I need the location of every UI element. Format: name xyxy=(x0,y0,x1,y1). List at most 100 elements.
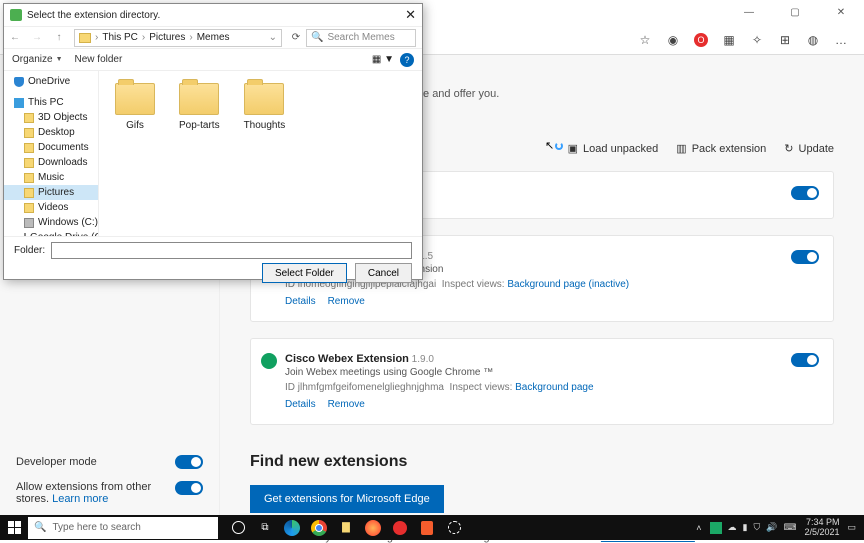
folder-input[interactable] xyxy=(51,242,412,259)
favorites-icon[interactable]: ✧ xyxy=(750,33,764,47)
cursor-icon: ↖ xyxy=(545,139,554,152)
extension-toggle[interactable] xyxy=(791,186,819,200)
misc-icon[interactable] xyxy=(442,516,466,540)
remove-link[interactable]: Remove xyxy=(328,296,365,307)
search-icon: 🔍 xyxy=(311,32,323,43)
extensions-icon[interactable]: ⊞ xyxy=(778,33,792,47)
folder-icon xyxy=(115,83,155,115)
favorite-icon[interactable]: ☆ xyxy=(638,33,652,47)
dialog-close-button[interactable]: ✕ xyxy=(405,7,416,23)
notifications-icon[interactable]: ▭ xyxy=(847,522,856,533)
folder-item[interactable]: Gifs xyxy=(115,83,155,131)
organize-menu[interactable]: Organize▼ xyxy=(12,54,63,65)
volume-tray-icon[interactable]: 🔊 xyxy=(766,522,777,533)
tree-icon xyxy=(24,143,34,153)
update-button[interactable]: ↻Update xyxy=(784,142,834,155)
opera-icon[interactable]: O xyxy=(694,33,708,47)
find-heading: Find new extensions xyxy=(250,453,834,471)
brave-icon[interactable] xyxy=(415,516,439,540)
up-button[interactable]: ↑ xyxy=(48,32,70,43)
cancel-button[interactable]: Cancel xyxy=(355,263,412,283)
tray-expand-icon[interactable]: ˄ xyxy=(696,523,701,533)
cortana-icon[interactable] xyxy=(226,516,250,540)
edge-icon[interactable] xyxy=(280,516,304,540)
app-icon xyxy=(10,9,22,21)
remove-link[interactable]: Remove xyxy=(328,399,365,410)
tree-item[interactable]: OneDrive xyxy=(4,74,98,89)
sound-icon[interactable]: ◉ xyxy=(666,33,680,47)
tree-item[interactable]: Windows (C:) xyxy=(4,215,98,230)
developer-mode-toggle[interactable] xyxy=(175,455,203,469)
tree-item[interactable]: Videos xyxy=(4,200,98,215)
tree-item[interactable]: 3D Objects xyxy=(4,110,98,125)
load-unpacked-button[interactable]: ▣Load unpacked xyxy=(568,142,659,155)
background-page-link[interactable]: Background page (inactive) xyxy=(507,279,629,290)
language-tray-icon[interactable]: ⌨ xyxy=(783,522,796,533)
ext-id: ID jlhmfgmfgeifomenelglieghnjghma xyxy=(285,382,444,393)
taskbar-search[interactable]: 🔍 Type here to search xyxy=(28,517,218,539)
task-view-icon[interactable]: ⧉ xyxy=(253,516,277,540)
camera-tray-icon[interactable]: ▮ xyxy=(743,522,748,533)
network-tray-icon[interactable]: ⛉ xyxy=(753,522,760,533)
files-icon[interactable]: ▇ xyxy=(334,516,358,540)
minimize-button[interactable]: — xyxy=(734,7,764,18)
extension-toggle[interactable] xyxy=(791,353,819,367)
taskbar: 🔍 Type here to search ⧉ ▇ ˄ ☁ ▮ ⛉ 🔊 ⌨ 7:… xyxy=(0,515,864,540)
folder-item[interactable]: Thoughts xyxy=(244,83,286,131)
get-extensions-button[interactable]: Get extensions for Microsoft Edge xyxy=(250,485,444,513)
refresh-button[interactable]: ⟳ xyxy=(286,32,306,43)
view-mode-button[interactable]: ▦ ▼ xyxy=(372,54,394,65)
folder-icon xyxy=(244,83,284,115)
profile-avatar[interactable]: ◍ xyxy=(806,33,820,47)
chevron-down-icon[interactable]: ⌄ xyxy=(269,32,277,43)
extension-toggle[interactable] xyxy=(791,250,819,264)
more-icon[interactable]: … xyxy=(834,33,848,47)
tree-icon xyxy=(24,158,34,168)
inspect-label: Inspect views: xyxy=(442,279,505,290)
folder-pane[interactable]: Gifs Pop-tarts Thoughts xyxy=(99,71,422,236)
opera-icon[interactable] xyxy=(388,516,412,540)
learn-more-link[interactable]: Learn more xyxy=(52,493,108,505)
pack-extension-button[interactable]: ▥Pack extension xyxy=(676,142,766,155)
start-button[interactable] xyxy=(0,521,28,534)
folder-item[interactable]: Pop-tarts xyxy=(179,83,220,131)
tree-icon xyxy=(24,113,34,123)
tree-item[interactable]: Music xyxy=(4,170,98,185)
folder-label: Pop-tarts xyxy=(179,120,220,131)
dialog-footer: Folder: Select Folder Cancel xyxy=(4,236,422,288)
onedrive-tray-icon[interactable]: ☁ xyxy=(728,522,737,533)
forward-button[interactable]: → xyxy=(26,32,48,43)
details-link[interactable]: Details xyxy=(285,399,316,410)
details-link[interactable]: Details xyxy=(285,296,316,307)
tray-app-icon[interactable] xyxy=(710,522,722,534)
back-button[interactable]: ← xyxy=(4,32,26,43)
collections-icon[interactable]: ▦ xyxy=(722,33,736,47)
folder-label: Thoughts xyxy=(244,120,286,131)
extension-icon xyxy=(261,353,277,369)
breadcrumb[interactable]: ›This PC ›Pictures ›Memes ⌄ xyxy=(74,29,282,47)
search-input[interactable]: 🔍 Search Memes xyxy=(306,29,416,47)
tree-item[interactable]: Desktop xyxy=(4,125,98,140)
background-page-link[interactable]: Background page xyxy=(515,382,593,393)
tree-icon xyxy=(24,173,34,183)
maximize-button[interactable]: ▢ xyxy=(780,7,810,18)
chrome-icon[interactable] xyxy=(307,516,331,540)
tree-item[interactable]: This PC xyxy=(4,95,98,110)
clock[interactable]: 7:34 PM 2/5/2021 xyxy=(804,518,839,538)
tree-item[interactable]: Downloads xyxy=(4,155,98,170)
allow-ext-toggle[interactable] xyxy=(175,481,203,495)
developer-mode-label: Developer mode xyxy=(16,456,97,468)
dialog-nav: ← → ↑ ›This PC ›Pictures ›Memes ⌄ ⟳ 🔍 Se… xyxy=(4,26,422,49)
tree-item[interactable]: Google Drive (G:) xyxy=(4,230,98,236)
select-folder-button[interactable]: Select Folder xyxy=(262,263,347,283)
folder-icon xyxy=(79,33,91,43)
close-button[interactable]: ✕ xyxy=(826,7,856,18)
dialog-toolbar: Organize▼ New folder ▦ ▼ ? xyxy=(4,49,422,71)
new-folder-button[interactable]: New folder xyxy=(75,54,123,65)
firefox-icon[interactable] xyxy=(361,516,385,540)
help-icon[interactable]: ? xyxy=(400,53,414,67)
ext-title: Cisco Webex Extension xyxy=(285,353,409,365)
tree-item[interactable]: Documents xyxy=(4,140,98,155)
tree-item[interactable]: Pictures xyxy=(4,185,98,200)
folder-tree[interactable]: OneDrive This PC3D ObjectsDesktopDocument… xyxy=(4,71,99,236)
